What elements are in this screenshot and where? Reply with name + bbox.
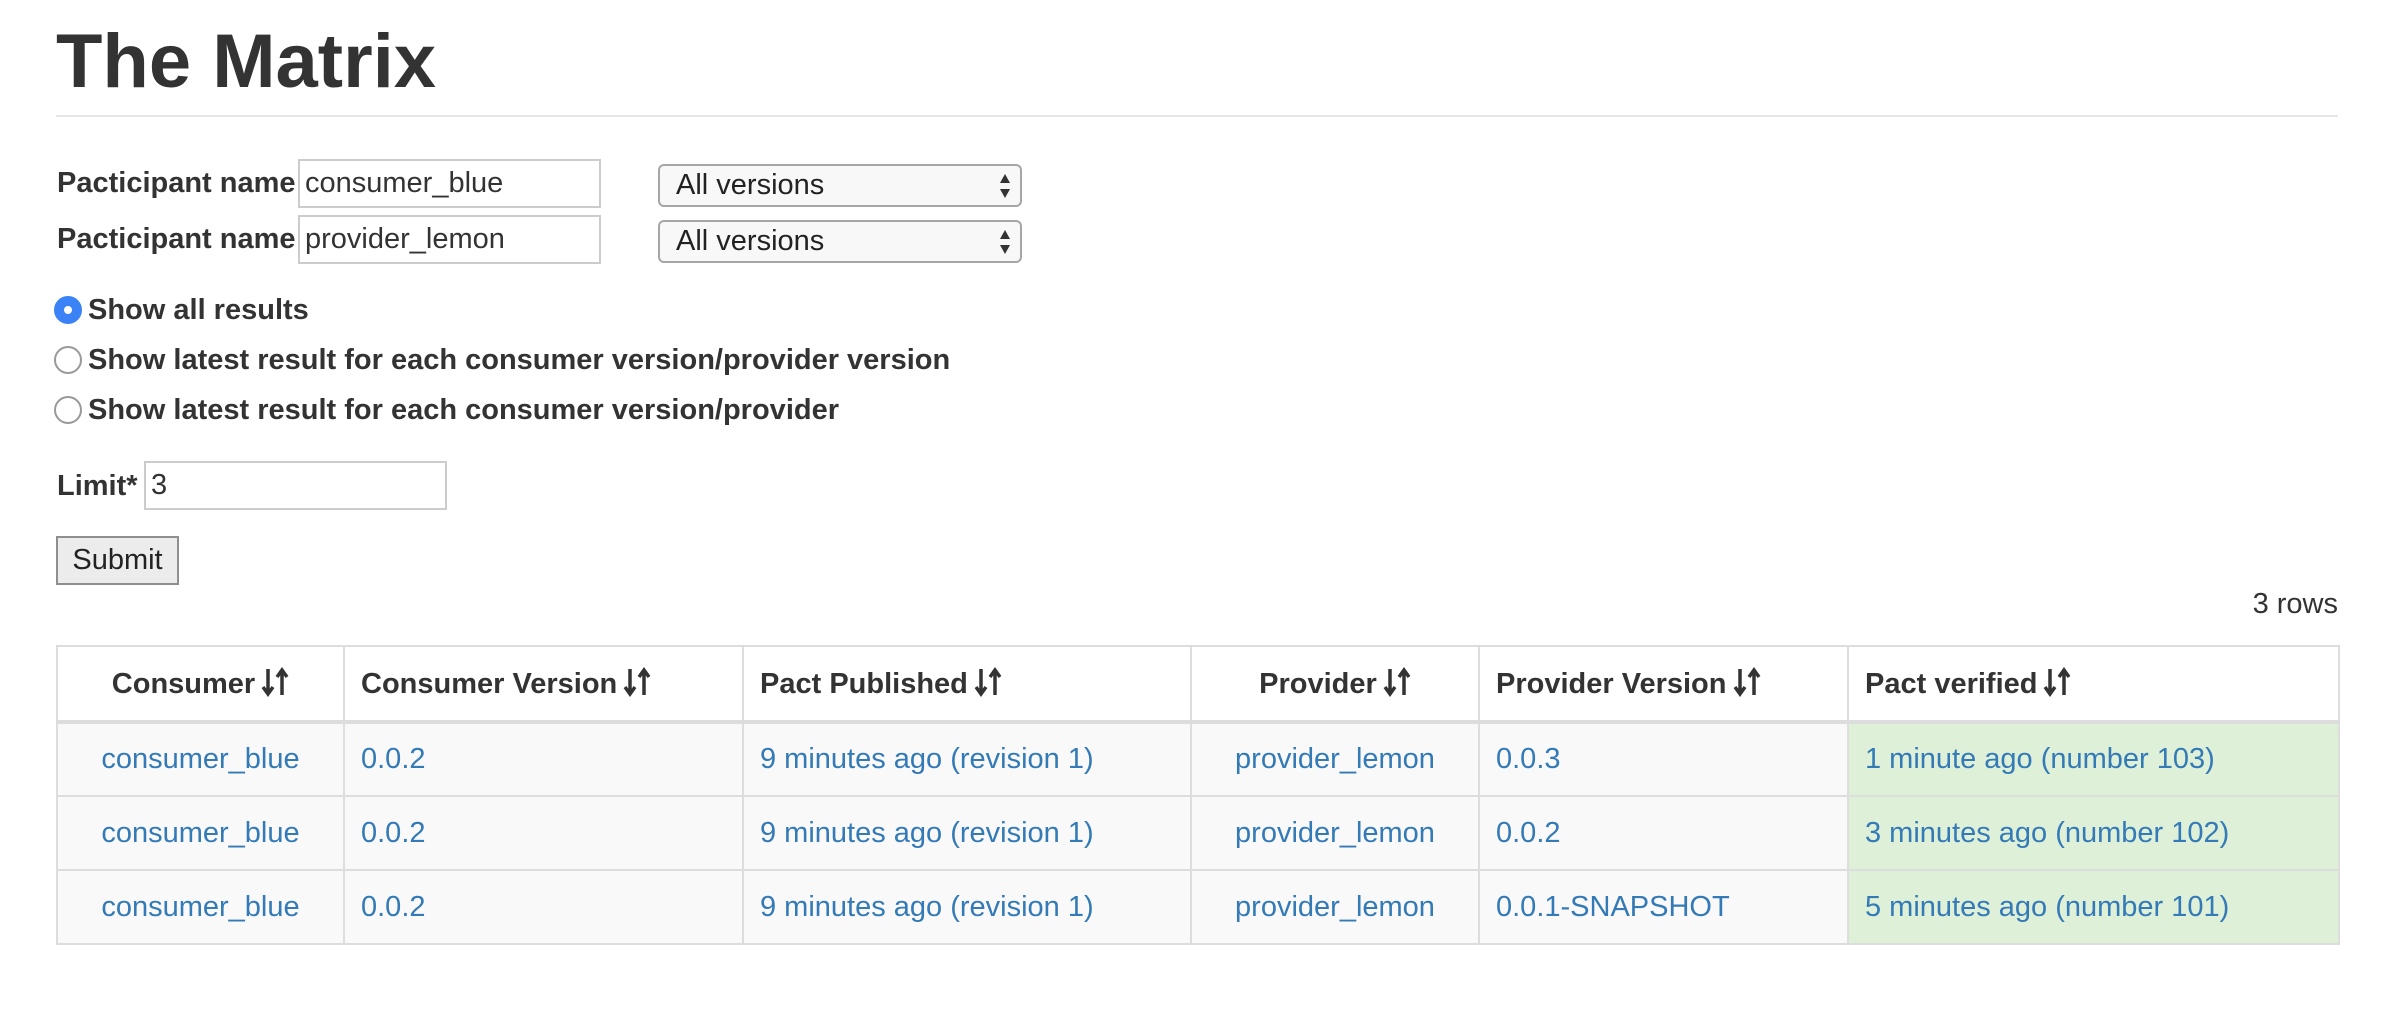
consumer-version-link[interactable]: 0.0.2 [361, 817, 426, 849]
pact-verified-link[interactable]: 1 minute ago (number 103) [1865, 743, 2215, 775]
pact-published-cell: 9 minutes ago (revision 1) [742, 721, 1192, 797]
pacticipant-name-input-2[interactable] [298, 215, 601, 264]
provider-link[interactable]: provider_lemon [1235, 743, 1435, 775]
rows-count: 3 rows [2252, 588, 2338, 620]
submit-button[interactable]: Submit [56, 536, 179, 585]
pacticipant-name-label-2: Pacticipant name [57, 223, 296, 255]
provider-cell: provider_lemon [1190, 869, 1480, 945]
provider-version-cell: 0.0.1-SNAPSHOT [1478, 869, 1849, 945]
consumer-cell: consumer_blue [56, 869, 345, 945]
provider-version-link[interactable]: 0.0.1-SNAPSHOT [1496, 891, 1730, 923]
version-select-2[interactable]: All versions [658, 220, 1022, 263]
radio-label: Show latest result for each consumer ver… [88, 343, 951, 376]
radio-show-all-results[interactable]: Show all results [54, 293, 309, 327]
sort-icon [1383, 666, 1411, 697]
radio-unchecked-icon[interactable] [54, 396, 82, 424]
version-select-2-value: All versions [676, 225, 825, 257]
pact-verified-cell: 3 minutes ago (number 102) [1847, 795, 2340, 871]
provider-link[interactable]: provider_lemon [1235, 891, 1435, 923]
version-select-1[interactable]: All versions [658, 164, 1022, 207]
column-header-label: Consumer [111, 667, 256, 700]
radio-label: Show latest result for each consumer ver… [88, 393, 839, 426]
radio-checked-icon[interactable] [54, 296, 82, 324]
column-header-label: Provider Version [1496, 667, 1727, 700]
provider-cell: provider_lemon [1190, 721, 1480, 797]
limit-input[interactable] [144, 461, 447, 510]
provider-cell: provider_lemon [1190, 795, 1480, 871]
matrix-table: Consumer Consumer Version Pact Published… [56, 645, 2340, 945]
sort-icon [261, 666, 289, 697]
column-header-consumer[interactable]: Consumer [56, 645, 345, 724]
column-header-provider[interactable]: Provider [1190, 645, 1480, 724]
pact-verified-cell: 1 minute ago (number 103) [1847, 721, 2340, 797]
pacticipant-name-label-1: Pacticipant name [57, 167, 296, 199]
select-arrows-icon [1000, 174, 1010, 198]
column-header-pact-verified[interactable]: Pact verified [1847, 645, 2340, 724]
provider-version-link[interactable]: 0.0.2 [1496, 817, 1561, 849]
column-header-consumer-version[interactable]: Consumer Version [343, 645, 744, 724]
sort-icon [623, 666, 651, 697]
consumer-link[interactable]: consumer_blue [101, 817, 299, 849]
sort-icon [1733, 666, 1760, 697]
provider-version-cell: 0.0.2 [1478, 795, 1849, 871]
column-header-label: Provider [1259, 667, 1377, 700]
radio-latest-per-consumer-version-provider[interactable]: Show latest result for each consumer ver… [54, 393, 839, 427]
table-row: consumer_blue 0.0.2 9 minutes ago (revis… [56, 869, 2340, 945]
pact-published-link[interactable]: 9 minutes ago (revision 1) [760, 891, 1094, 923]
consumer-version-cell: 0.0.2 [343, 795, 744, 871]
consumer-link[interactable]: consumer_blue [101, 743, 299, 775]
pact-published-cell: 9 minutes ago (revision 1) [742, 795, 1192, 871]
radio-unchecked-icon[interactable] [54, 346, 82, 374]
version-select-1-value: All versions [676, 169, 825, 201]
sort-icon [974, 666, 1002, 697]
provider-version-link[interactable]: 0.0.3 [1496, 743, 1561, 775]
table-row: consumer_blue 0.0.2 9 minutes ago (revis… [56, 795, 2340, 871]
pact-verified-link[interactable]: 5 minutes ago (number 101) [1865, 891, 2229, 923]
consumer-cell: consumer_blue [56, 795, 345, 871]
consumer-version-cell: 0.0.2 [343, 869, 744, 945]
column-header-label: Pact verified [1865, 667, 2038, 700]
consumer-link[interactable]: consumer_blue [101, 891, 299, 923]
consumer-version-link[interactable]: 0.0.2 [361, 743, 426, 775]
page-title: The Matrix [56, 19, 437, 104]
consumer-version-cell: 0.0.2 [343, 721, 744, 797]
pact-verified-link[interactable]: 3 minutes ago (number 102) [1865, 817, 2229, 849]
column-header-label: Consumer Version [361, 667, 618, 700]
pacticipant-name-input-1[interactable] [298, 159, 601, 208]
pact-published-link[interactable]: 9 minutes ago (revision 1) [760, 743, 1094, 775]
consumer-cell: consumer_blue [56, 721, 345, 797]
provider-link[interactable]: provider_lemon [1235, 817, 1435, 849]
provider-version-cell: 0.0.3 [1478, 721, 1849, 797]
pact-published-cell: 9 minutes ago (revision 1) [742, 869, 1192, 945]
radio-label: Show all results [88, 293, 309, 326]
title-divider [56, 115, 2338, 117]
column-header-pact-published[interactable]: Pact Published [742, 645, 1192, 724]
column-header-label: Pact Published [760, 667, 968, 700]
sort-icon [2044, 666, 2071, 697]
limit-label: Limit* [57, 470, 138, 502]
matrix-page: The Matrix Pacticipant name All versions… [0, 0, 2391, 1012]
pact-published-link[interactable]: 9 minutes ago (revision 1) [760, 817, 1094, 849]
radio-latest-per-consumer-version-provider-version[interactable]: Show latest result for each consumer ver… [54, 343, 950, 377]
column-header-provider-version[interactable]: Provider Version [1478, 645, 1849, 724]
table-row: consumer_blue 0.0.2 9 minutes ago (revis… [56, 721, 2340, 797]
consumer-version-link[interactable]: 0.0.2 [361, 891, 426, 923]
pact-verified-cell: 5 minutes ago (number 101) [1847, 869, 2340, 945]
select-arrows-icon [1000, 230, 1010, 254]
table-header-row: Consumer Consumer Version Pact Published… [56, 645, 2340, 724]
